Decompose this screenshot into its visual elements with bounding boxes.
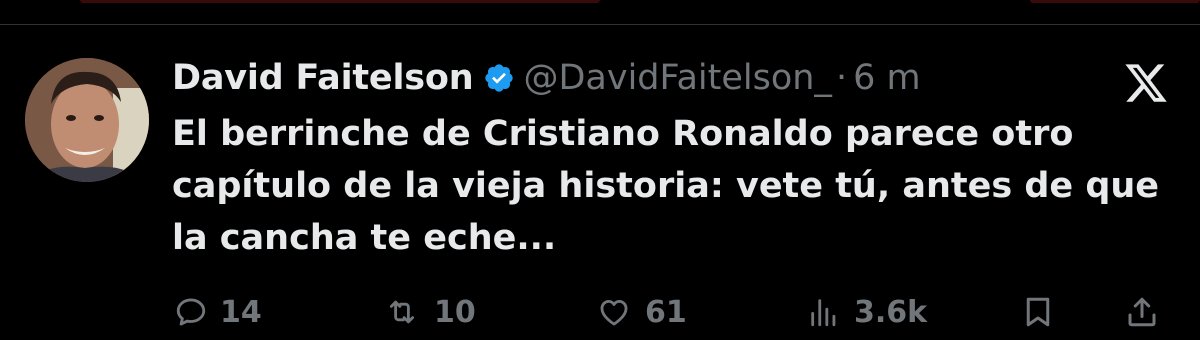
timestamp[interactable]: 6 m	[853, 58, 921, 98]
views-count: 3.6k	[854, 294, 928, 330]
separator-dot: ·	[835, 58, 848, 98]
previous-post-border	[1030, 0, 1200, 3]
x-logo-icon[interactable]	[1120, 60, 1172, 106]
profile-photo	[25, 58, 149, 182]
bookmark-button[interactable]	[1020, 288, 1056, 336]
action-bar: 14 10 61 3.6k	[0, 288, 1200, 336]
divider	[0, 24, 1200, 25]
views-button[interactable]: 3.6k	[806, 288, 927, 336]
tweet-header: David Faitelson @DavidFaitelson_ · 6 m	[172, 56, 921, 100]
share-button[interactable]	[1124, 288, 1160, 336]
verified-badge-icon	[483, 62, 515, 94]
reply-count: 14	[220, 294, 262, 330]
tweet-text: El berrinche de Cristiano Ronaldo parece…	[172, 114, 1160, 258]
repost-button[interactable]: 10	[382, 288, 476, 336]
reply-icon	[174, 295, 208, 329]
display-name[interactable]: David Faitelson	[172, 58, 474, 98]
bookmark-icon	[1020, 294, 1056, 330]
repost-count: 10	[434, 294, 476, 330]
handle[interactable]: @DavidFaitelson_	[523, 58, 831, 98]
like-button[interactable]: 61	[595, 288, 687, 336]
previous-post-border	[80, 0, 600, 3]
like-count: 61	[645, 294, 687, 330]
previous-post-edge	[0, 0, 1200, 26]
reply-button[interactable]: 14	[174, 288, 262, 336]
repost-icon	[382, 295, 422, 329]
views-icon	[806, 295, 842, 329]
like-icon	[595, 295, 633, 329]
avatar[interactable]	[25, 58, 149, 182]
share-icon	[1124, 294, 1160, 330]
